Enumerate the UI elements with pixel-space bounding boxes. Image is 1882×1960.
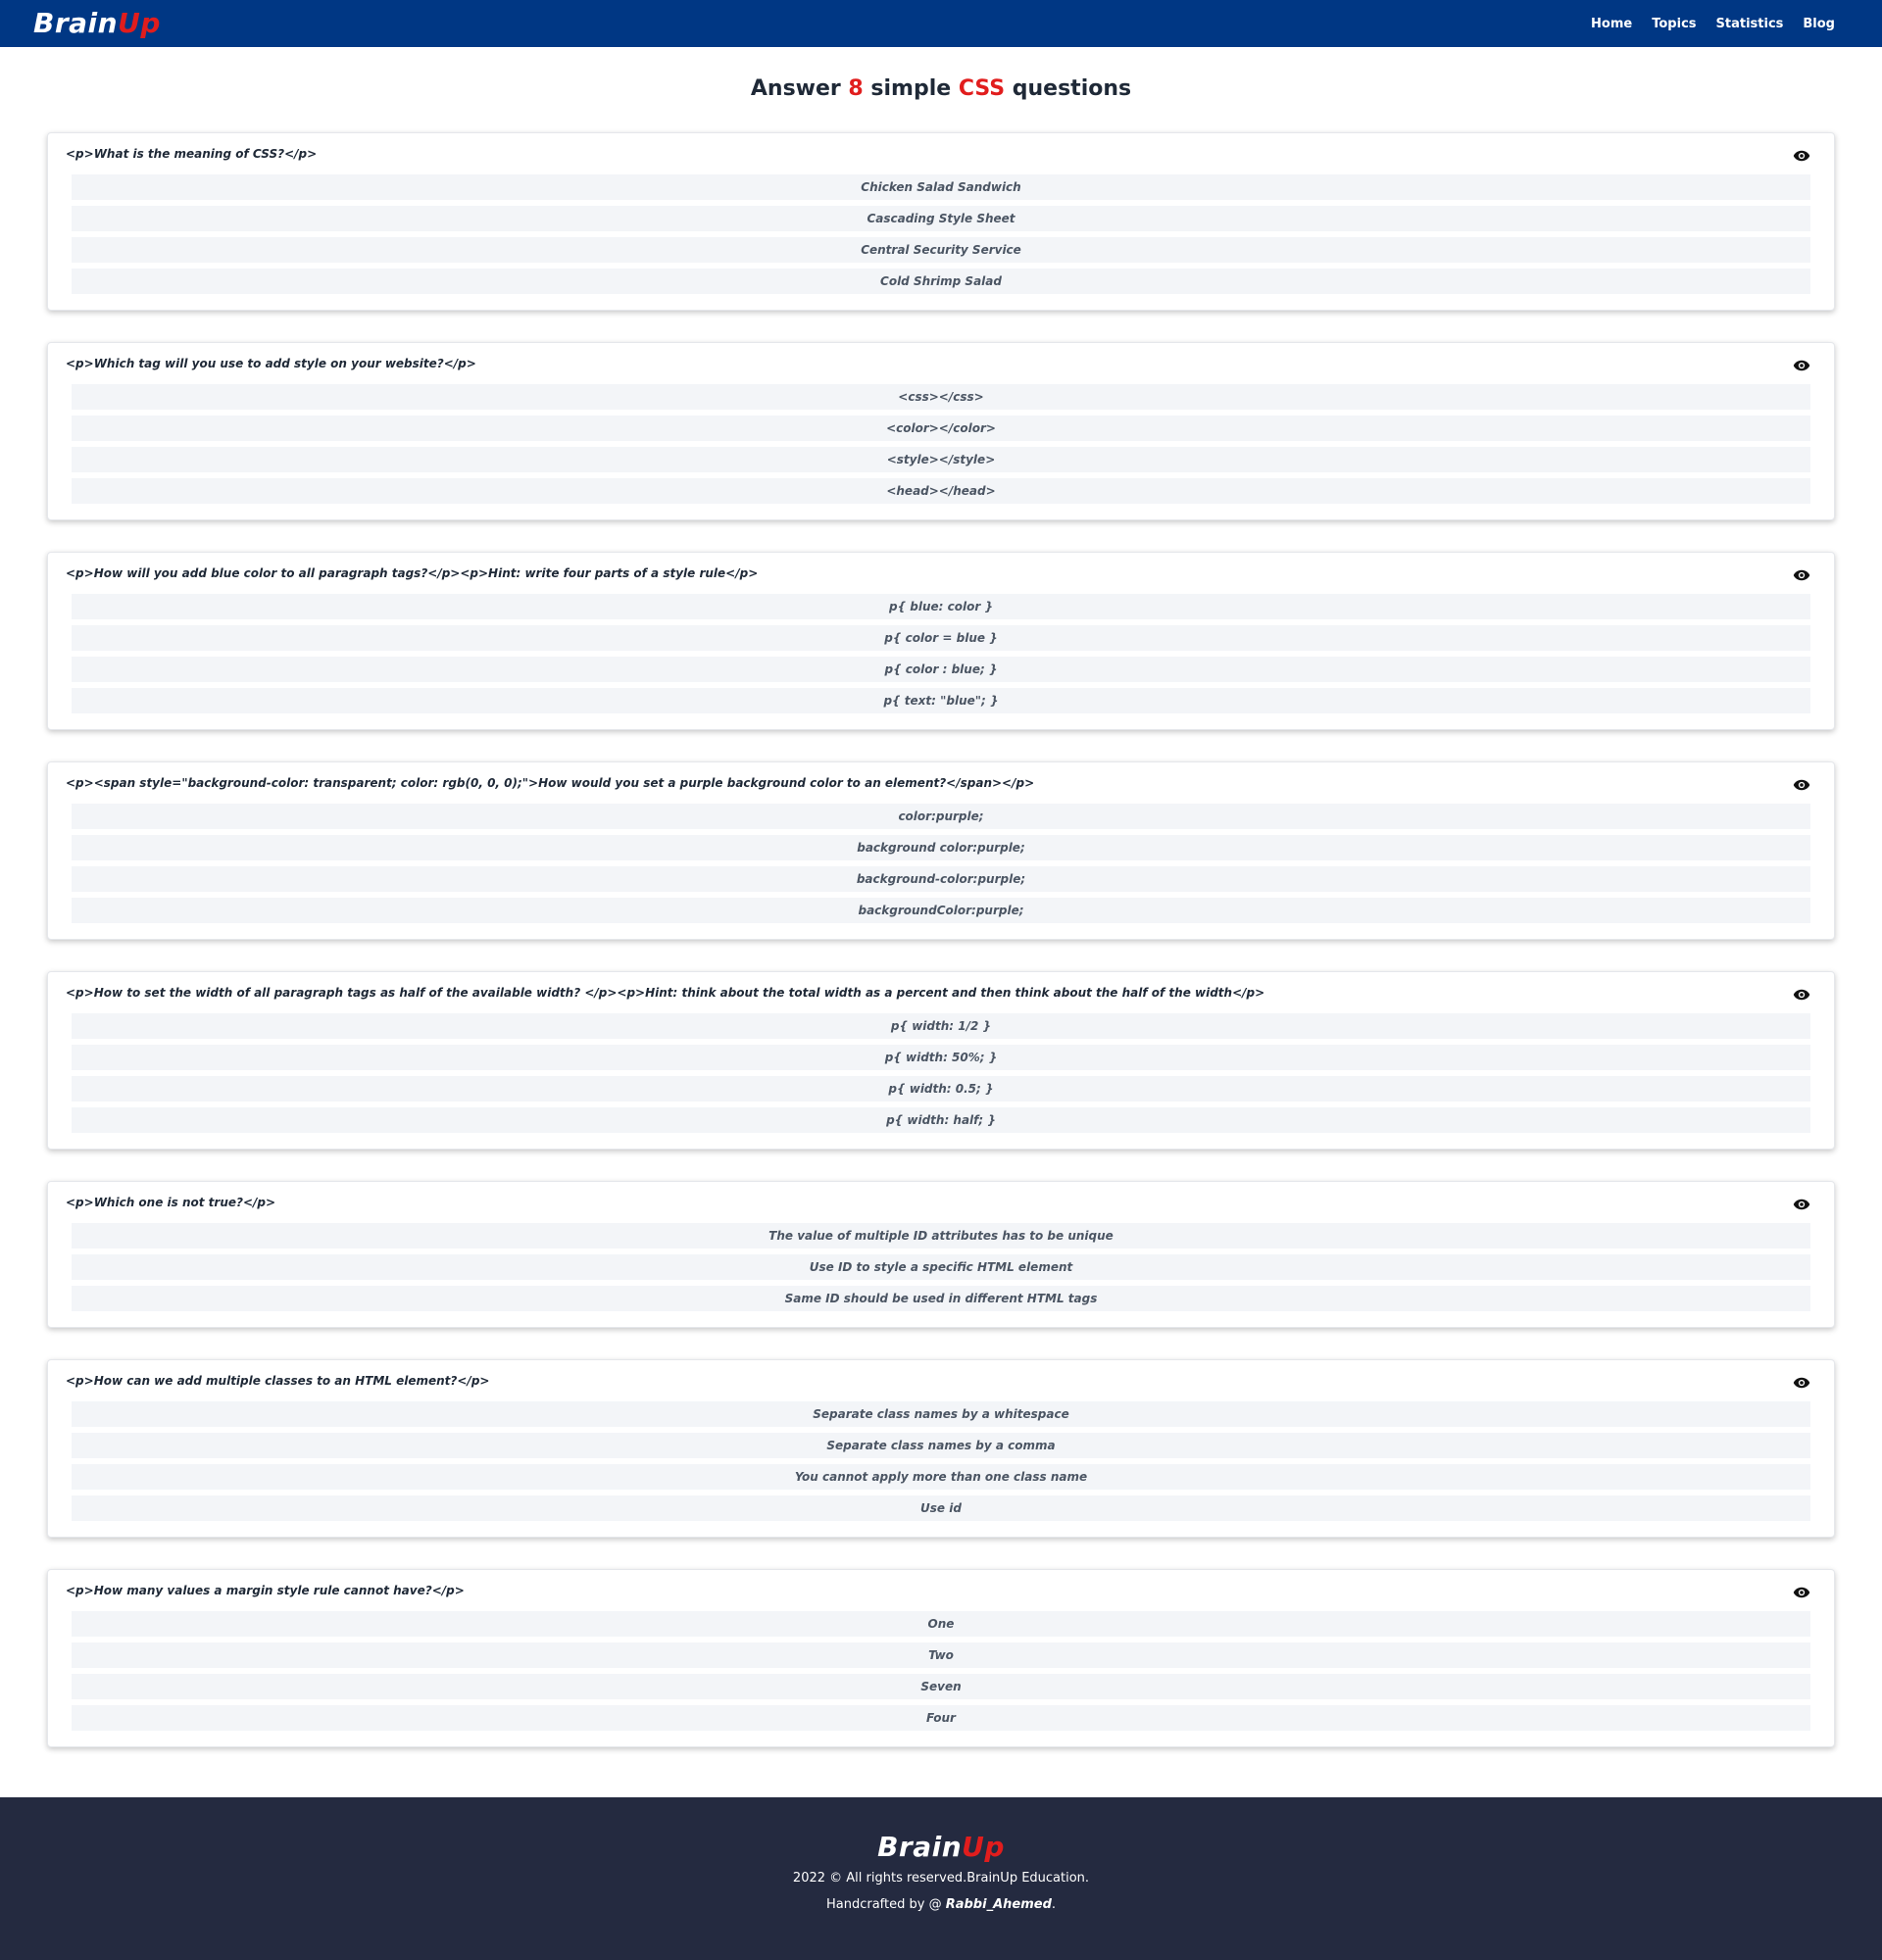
question-text: <p>What is the meaning of CSS?</p> <box>66 147 318 161</box>
footer-brand-text-up: Up <box>962 1831 1005 1863</box>
brand-logo[interactable]: BrainUp <box>33 10 161 37</box>
question-text: <p>How to set the width of all paragraph… <box>66 986 1265 1000</box>
topic-name: CSS <box>958 76 1006 101</box>
credits-text: Handcrafted by @ Rabbi_Ahemed. <box>0 1897 1882 1912</box>
eye-icon[interactable] <box>1793 1374 1810 1389</box>
credits-prefix: Handcrafted by @ <box>825 1897 946 1912</box>
answer-option[interactable]: p{ width: half; } <box>72 1107 1810 1133</box>
eye-icon[interactable] <box>1793 1196 1810 1210</box>
eye-icon[interactable] <box>1793 147 1810 162</box>
answer-option[interactable]: Cold Shrimp Salad <box>72 269 1810 294</box>
answer-option[interactable]: One <box>72 1611 1810 1637</box>
answer-option[interactable]: The value of multiple ID attributes has … <box>72 1223 1810 1249</box>
eye-icon[interactable] <box>1793 357 1810 371</box>
answer-option[interactable]: Use id <box>72 1495 1810 1521</box>
answer-option[interactable]: <color></color> <box>72 416 1810 441</box>
answer-option[interactable]: Cascading Style Sheet <box>72 206 1810 231</box>
copyright-text: 2022 © All rights reserved.BrainUp Educa… <box>792 1871 1090 1886</box>
eye-icon[interactable] <box>1793 1584 1810 1598</box>
answer-options: p{ width: 1/2 } p{ width: 50%; } p{ width:… <box>66 1013 1810 1133</box>
quiz-card: <p>How many values a margin style rule c… <box>47 1569 1835 1747</box>
answer-option[interactable]: p{ color : blue; } <box>72 657 1810 682</box>
eye-icon[interactable] <box>1793 776 1810 791</box>
answer-option[interactable]: p{ blue: color } <box>72 594 1810 619</box>
answer-option[interactable]: Chicken Salad Sandwich <box>72 174 1810 200</box>
answer-options: Chicken Salad Sandwich Cascading Style Sh… <box>66 174 1810 294</box>
answer-option[interactable]: Central Security Service <box>72 237 1810 263</box>
nav-link-blog[interactable]: Blog <box>1803 17 1835 31</box>
quiz-list: <p>What is the meaning of CSS?</p> Chicke… <box>47 132 1835 1747</box>
credits-suffix: . <box>1051 1897 1057 1912</box>
answer-options: The value of multiple ID attributes has … <box>66 1223 1810 1311</box>
nav-link-topics[interactable]: Topics <box>1652 17 1696 31</box>
brand-text-up: Up <box>118 7 161 39</box>
question-text: <p>Which one is not true?</p> <box>66 1196 276 1209</box>
answer-options: <css></css> <color></color> <style></style… <box>66 384 1810 504</box>
answer-options: p{ blue: color } p{ color = blue } p{ colo… <box>66 594 1810 713</box>
answer-option[interactable]: Separate class names by a comma <box>72 1433 1810 1458</box>
answer-option[interactable]: color:purple; <box>72 804 1810 829</box>
answer-option[interactable]: background-color:purple; <box>72 866 1810 892</box>
question-text: <p>How can we add multiple classes to an… <box>66 1374 490 1388</box>
nav-link-statistics[interactable]: Statistics <box>1716 17 1784 31</box>
question-count: 8 <box>848 76 864 101</box>
quiz-card: <p><span style="background-color: transp… <box>47 761 1835 940</box>
answer-options: Separate class names by a whitespace Sepa… <box>66 1401 1810 1521</box>
answer-option[interactable]: <head></head> <box>72 478 1810 504</box>
answer-option[interactable]: Two <box>72 1642 1810 1668</box>
answer-option[interactable]: Seven <box>72 1674 1810 1699</box>
answer-options: One Two Seven Four <box>66 1611 1810 1731</box>
answer-option[interactable]: p{ text: "blue"; } <box>72 688 1810 713</box>
answer-option[interactable]: backgroundColor:purple; <box>72 898 1810 923</box>
question-text: <p>Which tag will you use to add style o… <box>66 357 476 370</box>
answer-option[interactable]: You cannot apply more than one class nam… <box>72 1464 1810 1490</box>
eye-icon[interactable] <box>1793 986 1810 1001</box>
answer-option[interactable]: p{ width: 0.5; } <box>72 1076 1810 1102</box>
author-name: Rabbi_Ahemed <box>945 1897 1052 1912</box>
footer-brand-logo: BrainUp <box>877 1834 1005 1861</box>
nav-link-home[interactable]: Home <box>1591 17 1632 31</box>
quiz-card: <p>Which one is not true?</p> The value o… <box>47 1181 1835 1328</box>
page-title: Answer 8 simple CSS questions <box>0 76 1882 101</box>
answer-option[interactable]: Separate class names by a whitespace <box>72 1401 1810 1427</box>
quiz-card: <p>How will you add blue color to all pa… <box>47 552 1835 730</box>
answer-option[interactable]: <style></style> <box>72 447 1810 472</box>
eye-icon[interactable] <box>1793 566 1810 581</box>
answer-option[interactable]: background color:purple; <box>72 835 1810 860</box>
footer: BrainUp 2022 © All rights reserved.Brain… <box>0 1797 1882 1960</box>
title-suffix: questions <box>1005 76 1132 101</box>
answer-option[interactable]: Four <box>72 1705 1810 1731</box>
quiz-card: <p>How to set the width of all paragraph… <box>47 971 1835 1150</box>
quiz-card: <p>What is the meaning of CSS?</p> Chicke… <box>47 132 1835 311</box>
footer-brand-text-brain: Brain <box>877 1831 963 1863</box>
answer-option[interactable]: <css></css> <box>72 384 1810 410</box>
answer-option[interactable]: Use ID to style a specific HTML element <box>72 1254 1810 1280</box>
answer-option[interactable]: p{ width: 1/2 } <box>72 1013 1810 1039</box>
quiz-card: <p>Which tag will you use to add style o… <box>47 342 1835 520</box>
quiz-card: <p>How can we add multiple classes to an… <box>47 1359 1835 1538</box>
question-text: <p>How will you add blue color to all pa… <box>66 566 759 580</box>
answer-options: color:purple; background color:purple; bac… <box>66 804 1810 923</box>
navbar: BrainUp Home Topics Statistics Blog <box>0 0 1882 47</box>
title-middle: simple <box>863 76 959 101</box>
answer-option[interactable]: Same ID should be used in different HTML… <box>72 1286 1810 1311</box>
nav-links: Home Topics Statistics Blog <box>1591 17 1835 31</box>
brand-text-brain: Brain <box>33 7 119 39</box>
title-prefix: Answer <box>750 76 849 101</box>
question-text: <p><span style="background-color: transp… <box>66 776 1035 790</box>
answer-option[interactable]: p{ width: 50%; } <box>72 1045 1810 1070</box>
question-text: <p>How many values a margin style rule c… <box>66 1584 465 1597</box>
answer-option[interactable]: p{ color = blue } <box>72 625 1810 651</box>
